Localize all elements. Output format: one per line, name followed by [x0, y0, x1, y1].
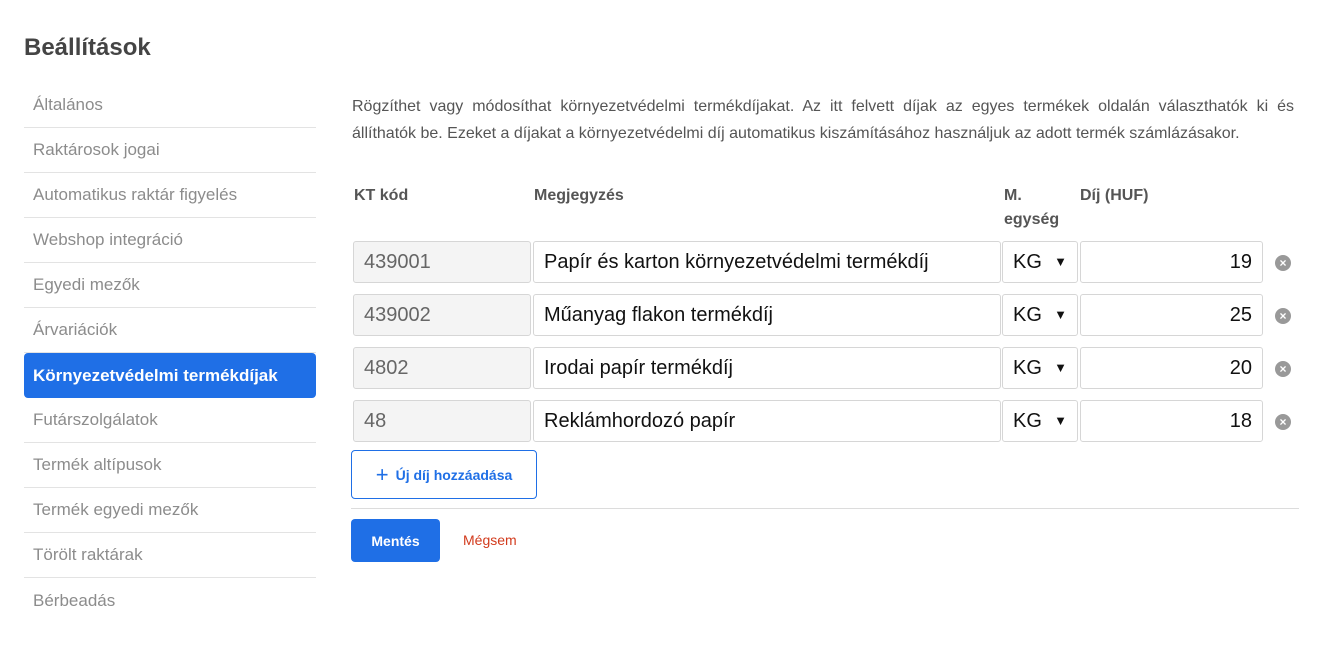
- sidebar-item-general[interactable]: Általános: [24, 83, 316, 128]
- unit-select-value: KG: [1013, 303, 1042, 326]
- fee-field[interactable]: 18: [1080, 400, 1263, 442]
- column-header-unit-line1: M.: [1004, 187, 1022, 204]
- divider: [351, 508, 1299, 509]
- sidebar-item-warehouse-permissions[interactable]: Raktárosok jogai: [24, 128, 316, 173]
- sidebar-item-rental[interactable]: Bérbeadás: [24, 578, 316, 623]
- unit-select[interactable]: KG ▼: [1002, 400, 1078, 442]
- unit-select[interactable]: KG ▼: [1002, 241, 1078, 283]
- unit-select-value: KG: [1013, 250, 1042, 273]
- fee-row: 439002 Műanyag flakon termékdíj KG ▼ 25 …: [353, 294, 1303, 336]
- note-field[interactable]: Műanyag flakon termékdíj: [533, 294, 1001, 336]
- sidebar-item-webshop-integration[interactable]: Webshop integráció: [24, 218, 316, 263]
- unit-select-value: KG: [1013, 356, 1042, 379]
- code-field[interactable]: 48: [353, 400, 531, 442]
- section-description: Rögzíthet vagy módosíthat környezetvédel…: [352, 98, 1294, 142]
- column-header-note: Megjegyzés: [534, 187, 624, 204]
- column-header-code: KT kód: [354, 187, 409, 204]
- sidebar-item-custom-fields[interactable]: Egyedi mezők: [24, 263, 316, 308]
- cancel-link[interactable]: Mégsem: [463, 532, 517, 548]
- caret-down-icon: ▼: [1054, 254, 1067, 269]
- caret-down-icon: ▼: [1054, 307, 1067, 322]
- sidebar-item-environmental-fees[interactable]: Környezetvédelmi termékdíjak: [24, 353, 316, 398]
- note-field[interactable]: Papír és karton környezetvédelmi termékd…: [533, 241, 1001, 283]
- remove-circle-icon[interactable]: ×: [1275, 255, 1291, 271]
- page-title: Beállítások: [24, 34, 151, 61]
- note-field[interactable]: Irodai papír termékdíj: [533, 347, 1001, 389]
- caret-down-icon: ▼: [1054, 413, 1067, 428]
- unit-select[interactable]: KG ▼: [1002, 294, 1078, 336]
- add-fee-button-label: Új díj hozzáadása: [395, 466, 513, 483]
- note-field[interactable]: Reklámhordozó papír: [533, 400, 1001, 442]
- fee-row: 48 Reklámhordozó papír KG ▼ 18 ×: [353, 400, 1303, 442]
- sidebar-item-product-subtypes[interactable]: Termék altípusok: [24, 443, 316, 488]
- code-field[interactable]: 439001: [353, 241, 531, 283]
- sidebar-item-price-variations[interactable]: Árvariációk: [24, 308, 316, 353]
- remove-circle-icon[interactable]: ×: [1275, 414, 1291, 430]
- fee-field[interactable]: 20: [1080, 347, 1263, 389]
- settings-sidebar: Általános Raktárosok jogai Automatikus r…: [24, 83, 316, 623]
- sidebar-item-deleted-warehouses[interactable]: Törölt raktárak: [24, 533, 316, 578]
- fee-field[interactable]: 19: [1080, 241, 1263, 283]
- sidebar-item-product-custom-fields[interactable]: Termék egyedi mezők: [24, 488, 316, 533]
- remove-circle-icon[interactable]: ×: [1275, 308, 1291, 324]
- fee-field[interactable]: 25: [1080, 294, 1263, 336]
- caret-down-icon: ▼: [1054, 360, 1067, 375]
- unit-select-value: KG: [1013, 409, 1042, 432]
- sidebar-item-auto-stock-monitoring[interactable]: Automatikus raktár figyelés: [24, 173, 316, 218]
- column-header-unit-line2: egység: [1004, 211, 1060, 228]
- unit-select[interactable]: KG ▼: [1002, 347, 1078, 389]
- add-fee-button[interactable]: + Új díj hozzáadása: [351, 450, 537, 499]
- save-button[interactable]: Mentés: [351, 519, 440, 562]
- fee-row: 439001 Papír és karton környezetvédelmi …: [353, 241, 1303, 283]
- plus-icon: +: [375, 461, 389, 487]
- column-header-fee: Díj (HUF): [1080, 187, 1149, 204]
- remove-circle-icon[interactable]: ×: [1275, 361, 1291, 377]
- sidebar-item-couriers[interactable]: Futárszolgálatok: [24, 398, 316, 443]
- code-field[interactable]: 439002: [353, 294, 531, 336]
- code-field[interactable]: 4802: [353, 347, 531, 389]
- fee-row: 4802 Irodai papír termékdíj KG ▼ 20 ×: [353, 347, 1303, 389]
- column-header-unit: M. egység: [1004, 184, 1059, 232]
